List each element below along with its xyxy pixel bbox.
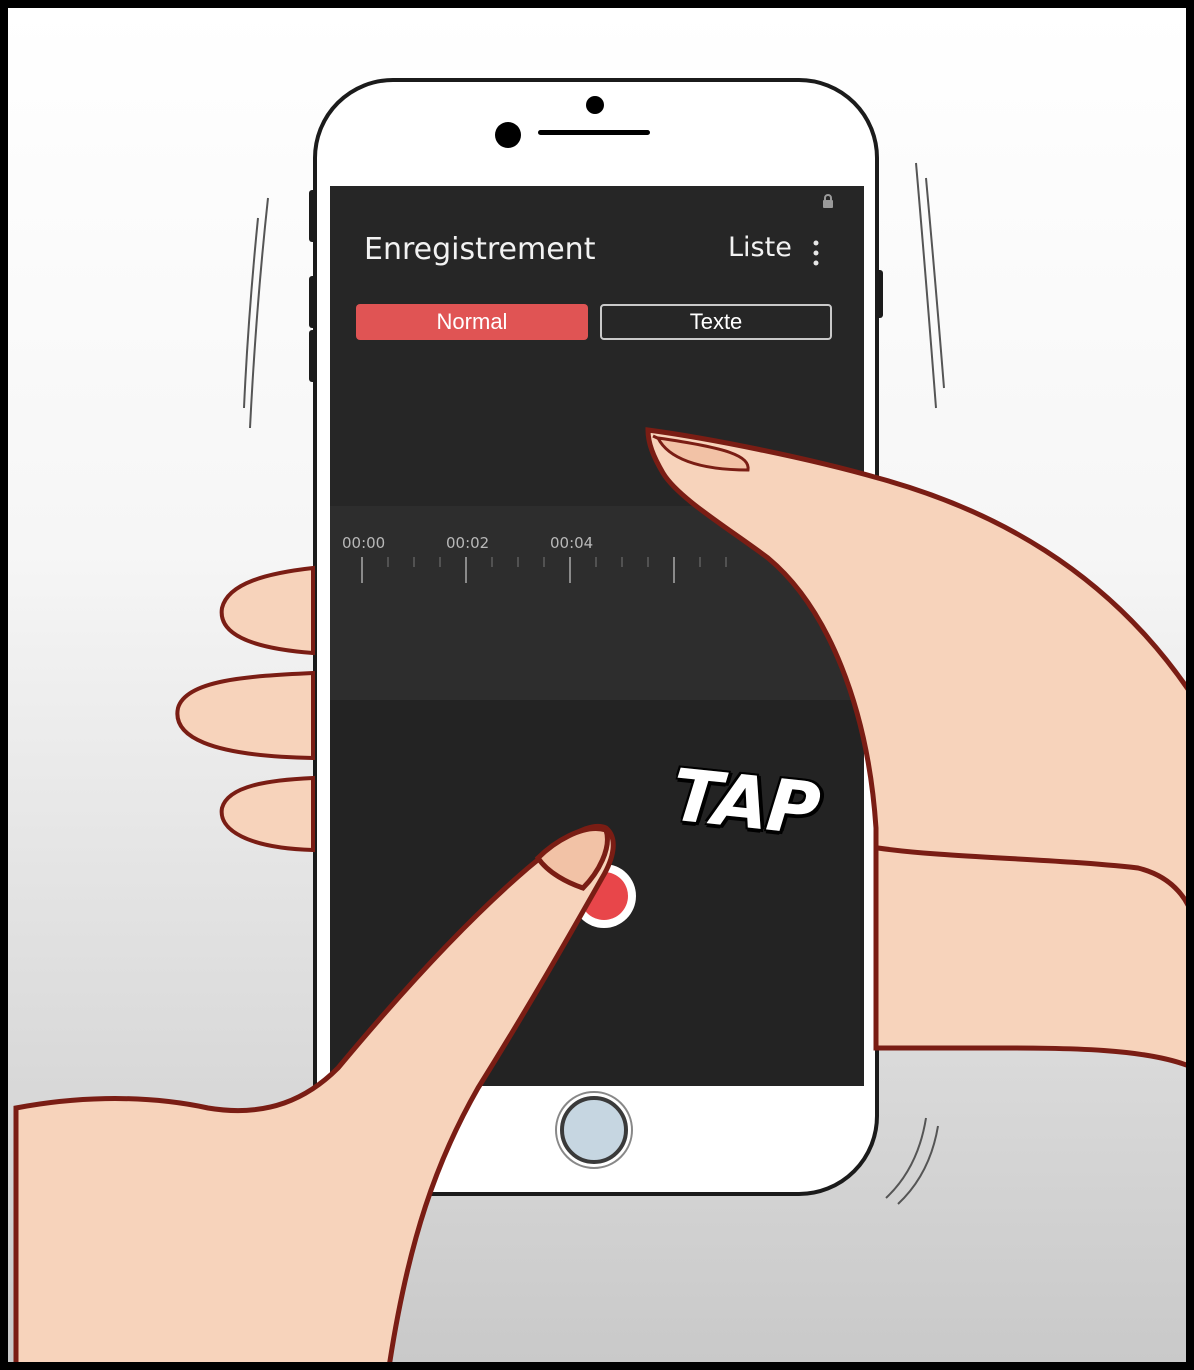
tab-normal[interactable]: Normal — [356, 304, 588, 340]
timeline-tick-label: 00:02 — [446, 534, 489, 552]
timeline-ruler: 00:00 00:02 00:04 — [342, 534, 727, 583]
comic-panel: Enregistrement Liste Normal Texte 00:00 … — [0, 0, 1194, 1370]
proximity-sensor — [586, 96, 604, 114]
record-icon — [580, 872, 628, 920]
home-button[interactable] — [560, 1096, 628, 1164]
lock-icon — [823, 194, 833, 208]
left-hand-fingers — [175, 565, 315, 853]
phone-side-button — [309, 190, 316, 242]
phone-screen: Enregistrement Liste Normal Texte 00:00 … — [330, 186, 864, 1086]
phone-power-button — [876, 270, 883, 318]
page-title: Enregistrement — [364, 232, 596, 267]
front-camera — [495, 122, 521, 148]
tap-sound-effect: TAP — [668, 752, 823, 852]
earpiece-speaker — [538, 130, 650, 135]
record-button[interactable] — [572, 864, 636, 928]
phone-volume-down-button — [309, 330, 316, 382]
timeline-tick-label: 00:00 — [342, 534, 385, 552]
tab-texte[interactable]: Texte — [600, 304, 832, 340]
more-vertical-icon[interactable] — [812, 240, 820, 266]
list-button[interactable]: Liste — [728, 232, 792, 263]
timeline-tick-label: 00:04 — [550, 534, 593, 552]
phone-volume-up-button — [309, 276, 316, 328]
